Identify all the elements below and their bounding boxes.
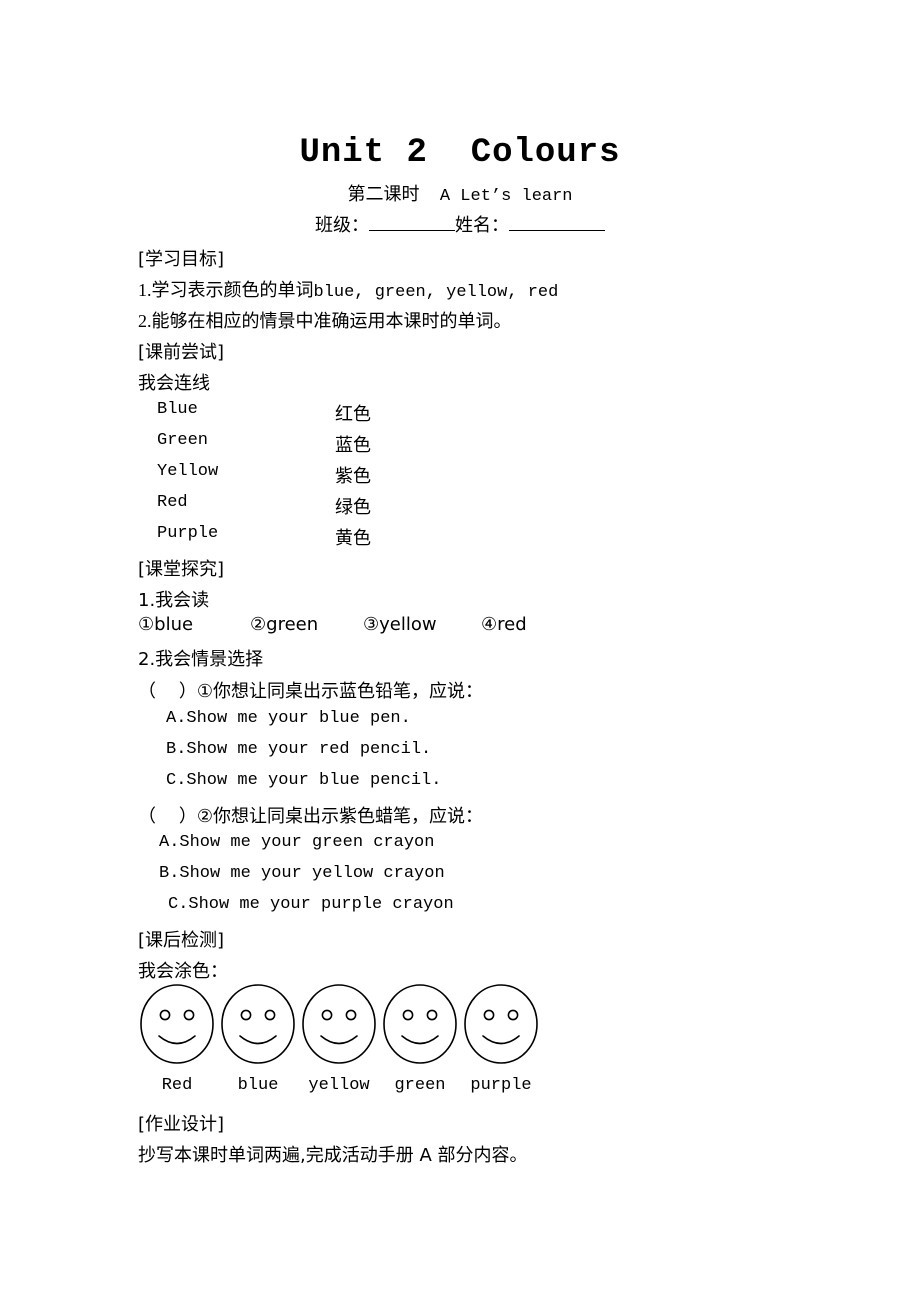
name-label: 姓名： [455,215,509,236]
read-word-4: ④red [481,614,527,635]
page-subtitle: 第二课时 A Let’s learn [0,180,920,206]
read-word-2: ②green [250,614,318,635]
smiley-face-svg-1 [140,984,214,1064]
match-left-item-green[interactable]: Green [157,431,208,450]
match-right-item-blue-cn[interactable]: 蓝色 [335,431,371,457]
section-heading-in-class: [课堂探究] [138,559,225,580]
objective-1-chinese: 学习表示颜色的单词 [151,280,314,301]
section-heading-homework: [作业设计] [138,1114,225,1135]
worksheet-page: Unit 2 Colours 第二课时 A Let’s learn 班级： 姓名：… [0,0,920,1302]
face-labels-row: Red blue yellow green purple [139,1076,599,1102]
page-title: Unit 2 Colours [299,134,621,172]
smiley-face-icon-4[interactable] [382,983,458,1065]
objective-2-chinese: 能够在相应的情景中准确运用本课时的单词。 [151,311,512,332]
homework-text: 抄写本课时单词两遍,完成活动手册 A 部分内容。 [138,1145,528,1166]
question-1-option-a[interactable]: A.Show me your blue pen. [166,709,411,728]
objective-item-2: 2.能够在相应的情景中准确运用本课时的单词。 [138,307,512,333]
match-right-item-green-cn[interactable]: 绿色 [335,493,371,519]
objective-item-1: 1.学习表示颜色的单词blue, green, yellow, red [138,276,558,302]
section-heading-objectives: [学习目标] [138,249,225,270]
in-class-task1-title: 1.我会读 [138,590,210,611]
section-heading-pre-class: [课前尝试] [138,342,225,363]
read-word-1: ①blue [138,614,193,635]
question-2-option-c[interactable]: C.Show me your purple crayon [168,895,454,914]
in-class-task2-title: 2.我会情景选择 [138,649,264,670]
match-left-item-purple[interactable]: Purple [157,524,218,543]
smiley-face-svg-5 [464,984,538,1064]
section-heading-post-class: [课后检测] [138,930,225,951]
question-1-option-c[interactable]: C.Show me your blue pencil. [166,771,441,790]
smiley-face-svg-2 [221,984,295,1064]
match-right-item-purple-cn[interactable]: 紫色 [335,462,371,488]
smiley-face-icon-1[interactable] [139,983,215,1065]
match-left-item-yellow[interactable]: Yellow [157,462,218,481]
smiley-face-svg-3 [302,984,376,1064]
subtitle-chinese: 第二课时 [347,184,420,205]
question-2-option-b[interactable]: B.Show me your yellow crayon [159,864,445,883]
read-word-3-text: ③yellow [363,614,437,635]
question-1-stem[interactable]: （ ）①你想让同桌出示蓝色铅笔，应说： [138,677,483,703]
smiley-face-icon-5[interactable] [463,983,539,1065]
question-1-option-b[interactable]: B.Show me your red pencil. [166,740,431,759]
subtitle-english-text: A Let’s learn [439,187,573,206]
class-blank-field[interactable] [369,215,455,231]
match-right-item-yellow-cn[interactable]: 黄色 [335,524,371,550]
smiley-face-icon-3[interactable] [301,983,377,1065]
pre-class-task-label: 我会连线 [138,373,210,394]
class-label: 班级： [315,215,369,236]
face-label-purple: purple [470,1076,532,1095]
post-class-task-label: 我会涂色： [138,961,228,982]
subtitle-english [419,187,439,206]
smiley-face-svg-4 [383,984,457,1064]
read-word-3: ③yellow [363,614,437,635]
question-2-option-a[interactable]: A.Show me your green crayon [159,833,434,852]
read-word-4-text: ④red [481,614,527,635]
student-info-line: 班级： 姓名： [0,211,920,237]
name-blank-field[interactable] [509,215,605,231]
objective-1-words: blue, green, yellow, red [313,283,559,302]
smiley-face-icon-2[interactable] [220,983,296,1065]
read-word-2-text: ②green [250,614,319,635]
read-word-1-text: ①blue [138,614,194,635]
match-left-item-red[interactable]: Red [157,493,188,512]
match-left-item-blue[interactable]: Blue [157,400,198,419]
objective-1-number: 1. [138,280,152,300]
objective-2-number: 2. [138,311,152,331]
match-right-item-red-cn[interactable]: 红色 [335,400,371,426]
question-2-stem[interactable]: （ ）②你想让同桌出示紫色蜡笔，应说： [138,802,483,828]
colouring-faces-row [139,983,579,1067]
